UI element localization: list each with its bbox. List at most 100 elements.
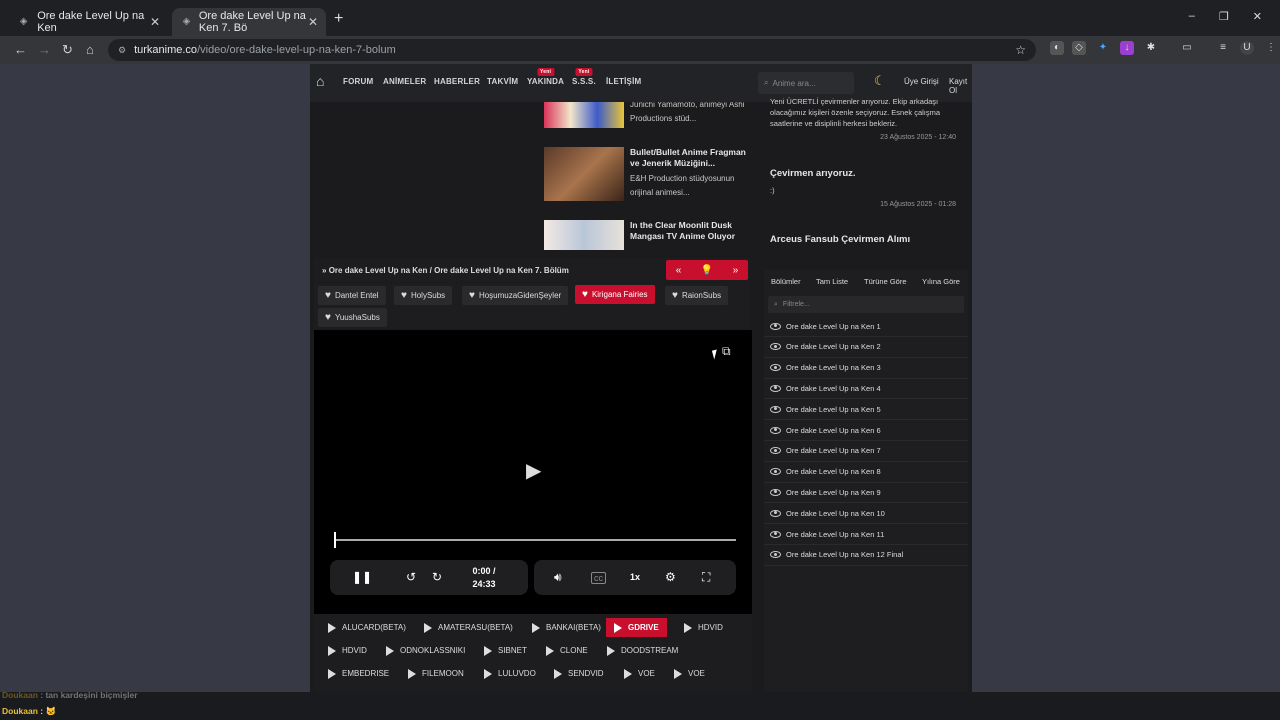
announcement-title[interactable]: Arceus Fansub Çevirmen Alımı [770, 234, 910, 245]
new-tab-button[interactable]: + [334, 10, 343, 28]
news-title[interactable]: In the Clear Moonlit Dusk Mangası TV Ani… [630, 220, 750, 242]
breadcrumb-series[interactable]: Ore dake Level Up na Ken [329, 266, 428, 275]
browser-tab-1[interactable]: ◈ Ore dake Level Up na Ken ✕ [8, 8, 168, 36]
server-button[interactable]: SIBNET [480, 641, 531, 660]
server-label: EMBEDRISE [342, 669, 390, 678]
nav-takvim[interactable]: TAKVİM [487, 77, 518, 86]
episode-item[interactable]: Ore dake Level Up na Ken 7 [764, 441, 968, 462]
news-title[interactable]: Bullet/Bullet Anime Fragman ve Jenerik M… [630, 147, 750, 169]
pause-icon[interactable]: ❚❚ [352, 570, 372, 584]
episode-item[interactable]: Ore dake Level Up na Ken 11 [764, 524, 968, 545]
open-external-icon[interactable]: ⧉ [722, 344, 731, 359]
moon-icon[interactable]: ☾ [874, 73, 886, 89]
nav-animeler[interactable]: ANİMELER [383, 77, 426, 86]
lights-bulb-icon[interactable]: 💡 [701, 265, 713, 276]
video-player[interactable]: ⧉ ▶ ❚❚ ↺ ↻ 0:00 / 24:33 🔊︎ cc 1x ⚙ ⛶ [314, 330, 752, 614]
announcement-title[interactable]: Çevirmen arıyoruz. [770, 168, 856, 179]
rewind-10-icon[interactable]: ↺ [406, 570, 416, 584]
prev-episode-button[interactable]: « [676, 265, 682, 276]
server-button[interactable]: ALUCARD(BETA) [324, 618, 410, 637]
episode-item[interactable]: Ore dake Level Up na Ken 6 [764, 420, 968, 441]
fansub-label: HoşumuzaGidenŞeyler [478, 291, 562, 300]
seek-bar[interactable] [336, 539, 736, 541]
extension-icon[interactable]: ✦ [1096, 41, 1110, 55]
play-icon [408, 668, 416, 679]
fansub-button[interactable]: ♥ Dantel Entel [318, 286, 386, 305]
home-icon[interactable]: ⌂ [316, 73, 324, 89]
forward-10-icon[interactable]: ↻ [432, 570, 442, 584]
episode-item[interactable]: Ore dake Level Up na Ken 10 [764, 503, 968, 525]
server-button[interactable]: FILEMOON [404, 664, 468, 683]
server-button[interactable]: VOE [670, 664, 709, 683]
settings-gear-icon[interactable]: ⚙ [665, 570, 676, 584]
back-icon[interactable]: ← [14, 42, 27, 57]
minimize-button[interactable]: – [1189, 10, 1195, 23]
server-button[interactable]: HDVID [324, 641, 371, 660]
tab-yilina-gore[interactable]: Yılına Göre [922, 277, 960, 286]
server-button[interactable]: SENDVID [550, 664, 608, 683]
episode-filter-input[interactable]: ⌕ Filtrele... [768, 296, 964, 313]
episode-item[interactable]: Ore dake Level Up na Ken 8 [764, 462, 968, 483]
fansub-button[interactable]: ♥ HoşumuzaGidenŞeyler [462, 286, 569, 305]
server-button[interactable]: HDVID [680, 618, 727, 637]
server-button[interactable]: ODNOKLASSNIKI [382, 641, 469, 660]
login-link[interactable]: Üye Girişi [904, 77, 939, 86]
media-icon[interactable]: ≡ [1216, 41, 1230, 55]
nav-iletisim[interactable]: İLETİŞİM [606, 77, 641, 86]
captions-icon[interactable]: cc [591, 572, 606, 584]
nav-haberler[interactable]: HABERLER [434, 77, 480, 86]
reload-icon[interactable]: ↻ [62, 42, 73, 58]
forward-icon[interactable]: → [38, 42, 51, 57]
volume-icon[interactable]: 🔊︎ [554, 570, 562, 585]
server-button[interactable]: EMBEDRISE [324, 664, 393, 683]
fullscreen-icon[interactable]: ⛶ [702, 570, 710, 585]
episode-item[interactable]: Ore dake Level Up na Ken 5 [764, 399, 968, 421]
sidebar-icon[interactable]: ▭ [1180, 41, 1194, 55]
seek-handle[interactable] [334, 532, 336, 548]
nav-sss[interactable]: S.S.S. Yeni [572, 68, 596, 86]
server-button[interactable]: GDRIVE [606, 618, 667, 637]
fansub-button[interactable]: ♥ RaionSubs [665, 286, 729, 305]
register-link[interactable]: Kayıt Ol [949, 77, 972, 95]
episode-item[interactable]: Ore dake Level Up na Ken 9 [764, 482, 968, 504]
fansub-button[interactable]: ♥ Kirigana Fairies [575, 285, 655, 304]
play-icon[interactable]: ▶ [526, 458, 541, 483]
episode-item[interactable]: Ore dake Level Up na Ken 12 Final [764, 545, 968, 566]
nav-yakinda[interactable]: YAKINDA Yeni [527, 68, 564, 86]
episode-item[interactable]: Ore dake Level Up na Ken 2 [764, 337, 968, 358]
tab-turune-gore[interactable]: Türüne Göre [864, 277, 907, 286]
eye-icon [770, 530, 781, 538]
bookmark-star-icon[interactable]: ☆ [1015, 43, 1026, 57]
close-tab-icon[interactable]: ✕ [150, 15, 160, 29]
episode-item[interactable]: Ore dake Level Up na Ken 4 [764, 378, 968, 400]
browser-tab-2[interactable]: ◈ Ore dake Level Up na Ken 7. Bö ✕ [172, 8, 326, 36]
tab-bolumler[interactable]: Bölümler [771, 277, 801, 286]
close-window-button[interactable]: ✕ [1253, 10, 1262, 23]
address-bar[interactable]: ⚙ turkanime.co/video/ore-dake-level-up-n… [108, 39, 1036, 61]
close-tab-icon[interactable]: ✕ [308, 15, 318, 29]
episode-item[interactable]: Ore dake Level Up na Ken 1 [764, 316, 968, 337]
server-button[interactable]: LULUVDO [480, 664, 540, 683]
fansub-button[interactable]: ♥ YuushaSubs [318, 308, 387, 327]
menu-kebab-icon[interactable]: ⋮ [1264, 41, 1278, 55]
anime-search-input[interactable]: ⌕ Anime ara... [758, 72, 854, 94]
speed-button[interactable]: 1x [630, 572, 640, 582]
episode-item[interactable]: Ore dake Level Up na Ken 3 [764, 358, 968, 379]
next-episode-button[interactable]: » [733, 265, 739, 276]
tab-tam-liste[interactable]: Tam Liste [816, 277, 848, 286]
server-button[interactable]: BANKAI(BETA) [528, 618, 605, 637]
server-button[interactable]: CLONE [542, 641, 592, 660]
extension-icon[interactable]: ◐ [1050, 41, 1064, 55]
fansub-button[interactable]: ♥ HolySubs [394, 286, 453, 305]
server-button[interactable]: VOE [620, 664, 659, 683]
home-icon[interactable]: ⌂ [86, 42, 94, 57]
server-button[interactable]: AMATERASU(BETA) [420, 618, 517, 637]
download-extension-icon[interactable]: ↓ [1120, 41, 1134, 55]
server-button[interactable]: DOODSTREAM [603, 641, 682, 660]
profile-avatar[interactable]: U [1240, 41, 1254, 55]
nav-forum[interactable]: FORUM [343, 77, 373, 86]
extension-icon[interactable]: ◇ [1072, 41, 1086, 55]
site-info-icon[interactable]: ⚙ [118, 45, 126, 56]
restore-button[interactable]: ❐ [1219, 10, 1229, 23]
extensions-puzzle-icon[interactable]: ✱ [1144, 41, 1158, 55]
